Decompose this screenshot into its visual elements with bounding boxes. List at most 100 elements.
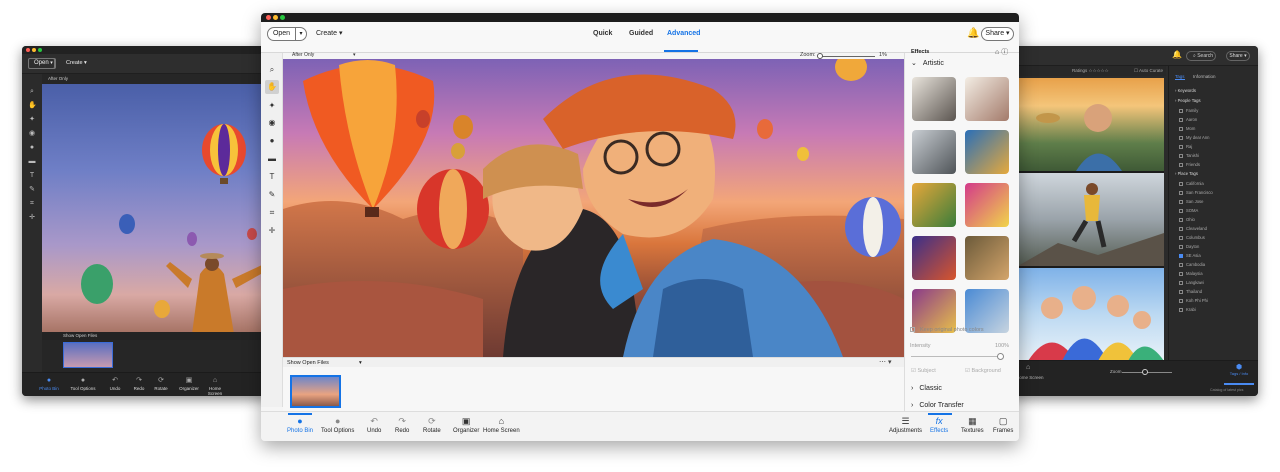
redeye-tool-icon[interactable]: ▬ (265, 152, 279, 166)
tag-checkbox[interactable] (1179, 262, 1183, 267)
tag-group-header[interactable]: › Keywords (1175, 88, 1196, 93)
tag-item[interactable]: Tanishi (1179, 153, 1199, 158)
left-tool-options-button[interactable]: ● Tool Options (70, 376, 96, 391)
effect-thumbnail[interactable] (965, 77, 1009, 121)
tag-checkbox[interactable] (1179, 199, 1183, 204)
tab-quick[interactable]: Quick (593, 30, 612, 37)
left-bin-thumbnail[interactable] (63, 342, 113, 368)
folder-icon[interactable]: ⌂ (995, 49, 999, 56)
hand-tool-icon[interactable]: ✋ (28, 102, 37, 110)
rotate-button[interactable]: ⟳ Rotate (423, 416, 441, 434)
undo-button[interactable]: ↶ Undo (367, 416, 381, 434)
bell-icon[interactable]: 🔔 (967, 28, 979, 39)
wand-tool-icon[interactable]: ✦ (28, 116, 36, 124)
left-photo-bin-button[interactable]: ● Photo Bin (36, 376, 62, 391)
tag-checkbox[interactable] (1179, 135, 1183, 140)
tag-checkbox[interactable] (1179, 226, 1183, 231)
tag-checkbox[interactable] (1179, 208, 1183, 213)
tag-checkbox[interactable] (1179, 280, 1183, 285)
adjustments-button[interactable]: ☰ Adjustments (889, 416, 922, 434)
keep-original-colors-checkbox[interactable]: Keep original photo colors (910, 327, 984, 333)
tag-item[interactable]: Cleaveland (1179, 226, 1207, 231)
left-rotate-button[interactable]: ⟳ Rotate (148, 376, 174, 391)
left-canvas-photo[interactable] (42, 84, 270, 332)
tags-info-button[interactable]: ⬢ Tags / Info (1224, 363, 1254, 385)
photo-bin-thumbnail[interactable] (290, 375, 341, 408)
tag-item[interactable]: My dear Ann (1179, 135, 1210, 140)
tag-item[interactable]: San Jose (1179, 199, 1203, 204)
create-menu[interactable]: Create ▾ (316, 29, 342, 37)
auto-curate-toggle[interactable]: ☐ Auto Curate (1134, 68, 1163, 74)
photo-tile[interactable] (1018, 173, 1164, 266)
type-tool-icon[interactable]: T (265, 170, 279, 184)
effect-thumbnail[interactable] (965, 130, 1009, 174)
crop-tool-icon[interactable]: ⌗ (28, 200, 36, 208)
tag-item[interactable]: Family (1179, 108, 1198, 113)
more-options-icon[interactable]: ⋯ ▾ (879, 358, 891, 366)
tag-item[interactable]: California (1179, 181, 1204, 186)
subject-button[interactable]: ☑ Subject (911, 368, 936, 374)
tag-checkbox[interactable] (1179, 117, 1183, 122)
organizer-home-screen-label[interactable]: Home Screen (1016, 375, 1044, 380)
tag-checkbox[interactable] (1179, 108, 1183, 113)
tag-item[interactable]: Thailand (1179, 289, 1202, 294)
show-open-files-select[interactable]: Show Open Files (287, 360, 329, 366)
maximize-dot[interactable] (280, 15, 285, 20)
zoom-tool-icon[interactable]: ⌕ (265, 63, 279, 77)
tag-item[interactable]: Ohio (1179, 217, 1195, 222)
tag-checkbox[interactable] (1179, 235, 1183, 240)
tag-checkbox[interactable] (1179, 307, 1183, 312)
tag-checkbox[interactable] (1179, 153, 1183, 158)
tag-item[interactable]: Koh Phi Phi (1179, 298, 1208, 303)
effect-thumbnail[interactable] (912, 130, 956, 174)
left-show-open-files[interactable]: Show Open Files (63, 333, 97, 338)
minimize-dot[interactable] (273, 15, 278, 20)
view-select[interactable]: After Only (292, 52, 314, 58)
home-screen-icon[interactable]: ⌂ (1026, 364, 1030, 371)
photo-tile[interactable] (1018, 78, 1164, 171)
effect-thumbnail[interactable] (912, 236, 956, 280)
minimize-dot[interactable] (32, 48, 36, 52)
hand-tool-icon[interactable]: ✋ (265, 80, 279, 94)
tag-checkbox[interactable] (1179, 244, 1183, 249)
classic-section-toggle[interactable]: › Classic (911, 385, 942, 392)
frames-button[interactable]: ▢ Frames (993, 416, 1013, 434)
effect-thumbnail[interactable] (912, 183, 956, 227)
tag-checkbox[interactable] (1179, 253, 1183, 258)
tag-checkbox[interactable] (1179, 126, 1183, 131)
tool-options-button[interactable]: ● Tool Options (321, 416, 354, 434)
tag-checkbox[interactable] (1179, 217, 1183, 222)
artistic-section-toggle[interactable]: ⌄ Artistic (911, 59, 944, 67)
tag-item[interactable]: Langkawi (1179, 280, 1204, 285)
move-tool-icon[interactable]: ✛ (28, 214, 36, 222)
tag-item[interactable]: Malaysia (1179, 271, 1203, 276)
tag-checkbox[interactable] (1179, 289, 1183, 294)
home-screen-button[interactable]: ⌂ Home Screen (483, 416, 520, 434)
ratings-filter[interactable]: Ratings ☆☆☆☆☆ (1072, 68, 1109, 74)
tag-group-header[interactable]: › People Tags (1175, 98, 1201, 103)
tag-item[interactable]: Mom (1179, 126, 1195, 131)
tag-item[interactable]: Dayton (1179, 244, 1199, 249)
canvas-photo[interactable] (283, 59, 904, 357)
left-home-screen-button[interactable]: ⌂ Home Screen (202, 376, 228, 396)
redo-button[interactable]: ↷ Redo (395, 416, 409, 434)
crop-tool-icon[interactable]: ⌗ (265, 206, 279, 220)
tag-checkbox[interactable] (1179, 271, 1183, 276)
info-icon[interactable]: ⓘ (1001, 49, 1008, 56)
move-tool-icon[interactable]: ✛ (265, 224, 279, 238)
intensity-slider-knob[interactable] (997, 353, 1004, 360)
blur-tool-icon[interactable]: ● (265, 134, 279, 148)
eye-tool-icon[interactable]: ◉ (28, 130, 36, 138)
brush-tool-icon[interactable]: ✎ (265, 188, 279, 202)
zoom-slider[interactable] (819, 56, 875, 57)
left-organizer-button[interactable]: ▣ Organizer (176, 376, 202, 391)
tab-advanced[interactable]: Advanced (667, 30, 700, 37)
effects-button[interactable]: fx Effects (930, 416, 948, 434)
tag-checkbox[interactable] (1179, 190, 1183, 195)
tag-item[interactable]: Aaron (1179, 117, 1197, 122)
search-input[interactable]: ⌕ Search (1186, 51, 1216, 61)
open-button[interactable]: Open (267, 27, 296, 41)
tag-item[interactable]: Krabi (1179, 307, 1196, 312)
eye-tool-icon[interactable]: ◉ (265, 116, 279, 130)
tag-item[interactable]: San Francisco (1179, 190, 1213, 195)
